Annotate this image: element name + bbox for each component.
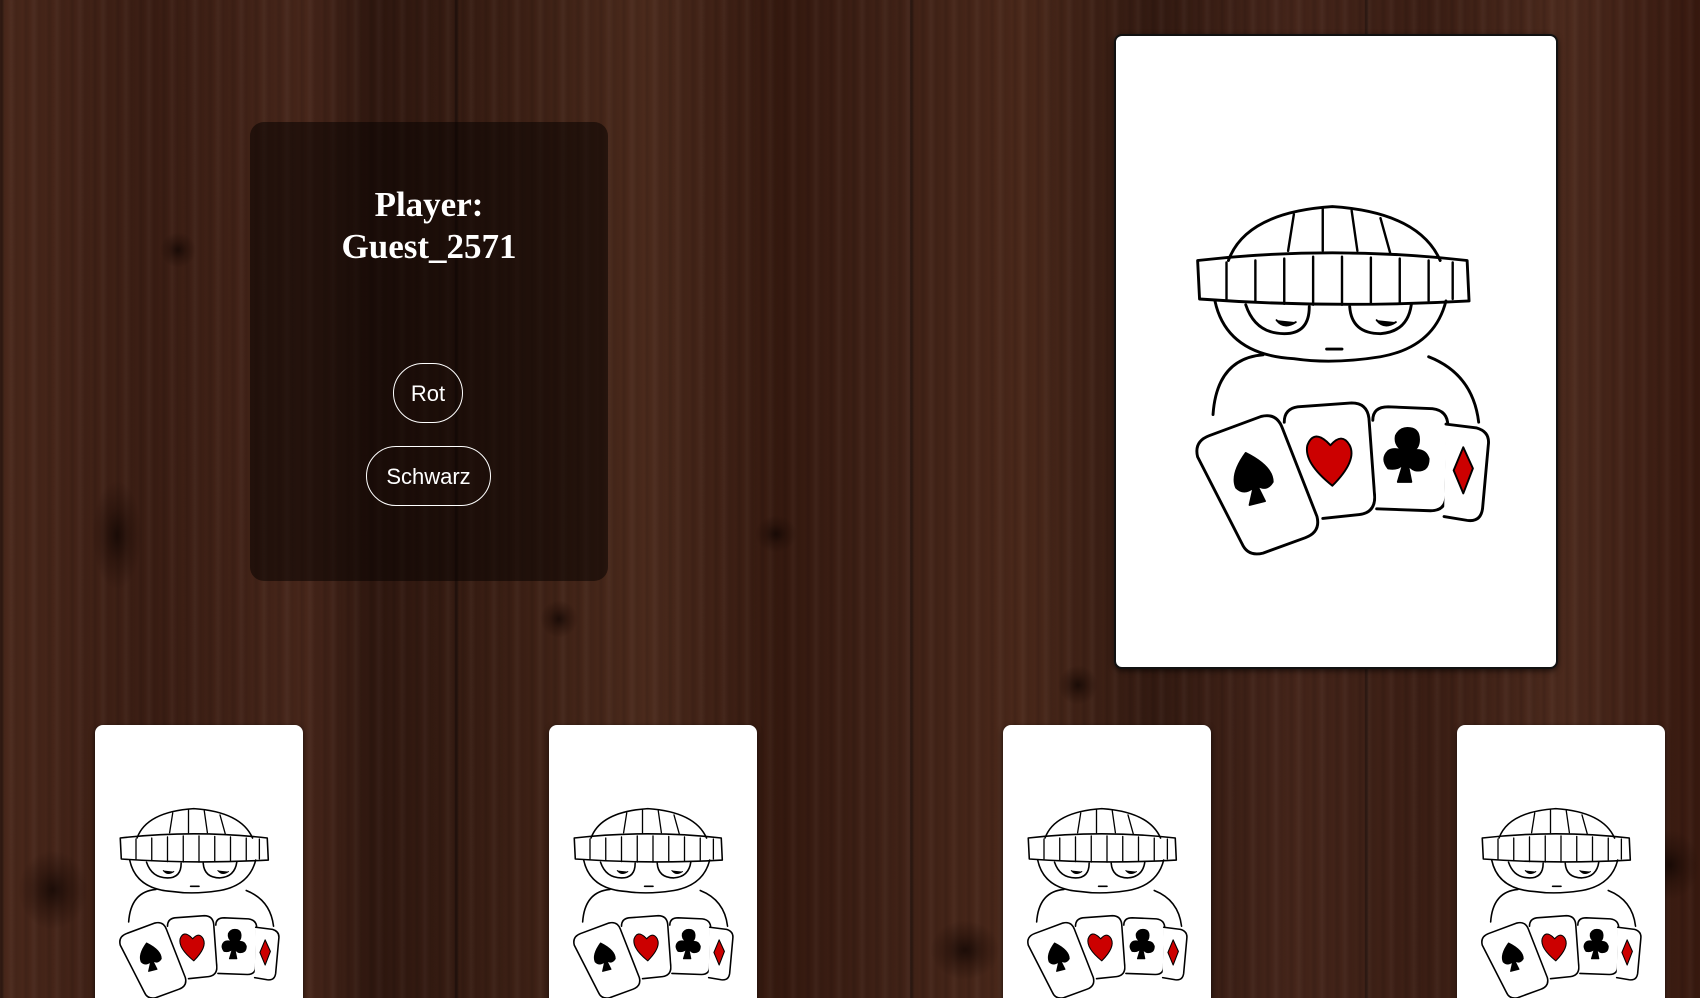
wood-knot (1058, 665, 1098, 705)
card-back-character-icon (1027, 807, 1188, 998)
card-back-character-icon (1481, 807, 1642, 998)
hand-card-2[interactable] (549, 725, 757, 998)
card-back-character-icon (1195, 205, 1490, 556)
hand-card-3[interactable] (1003, 725, 1211, 998)
wood-knot (160, 232, 196, 268)
black-guess-button[interactable]: Schwarz (366, 446, 491, 506)
wood-knot (92, 480, 142, 590)
wood-knot (755, 515, 797, 553)
wood-knot (540, 600, 578, 638)
player-panel: Player: Guest_2571 Rot Schwarz (250, 122, 608, 581)
player-name: Guest_2571 (341, 227, 517, 266)
wood-knot (18, 850, 88, 930)
player-name-heading: Player: Guest_2571 (250, 184, 608, 268)
hand-card-1[interactable] (95, 725, 303, 998)
deck-card[interactable] (1114, 34, 1558, 669)
wood-knot (930, 920, 1000, 980)
card-back-character-icon (573, 807, 734, 998)
red-guess-button[interactable]: Rot (393, 363, 463, 423)
player-title-label: Player: (374, 185, 484, 224)
hand-card-4[interactable] (1457, 725, 1665, 998)
card-back-character-icon (119, 807, 280, 998)
